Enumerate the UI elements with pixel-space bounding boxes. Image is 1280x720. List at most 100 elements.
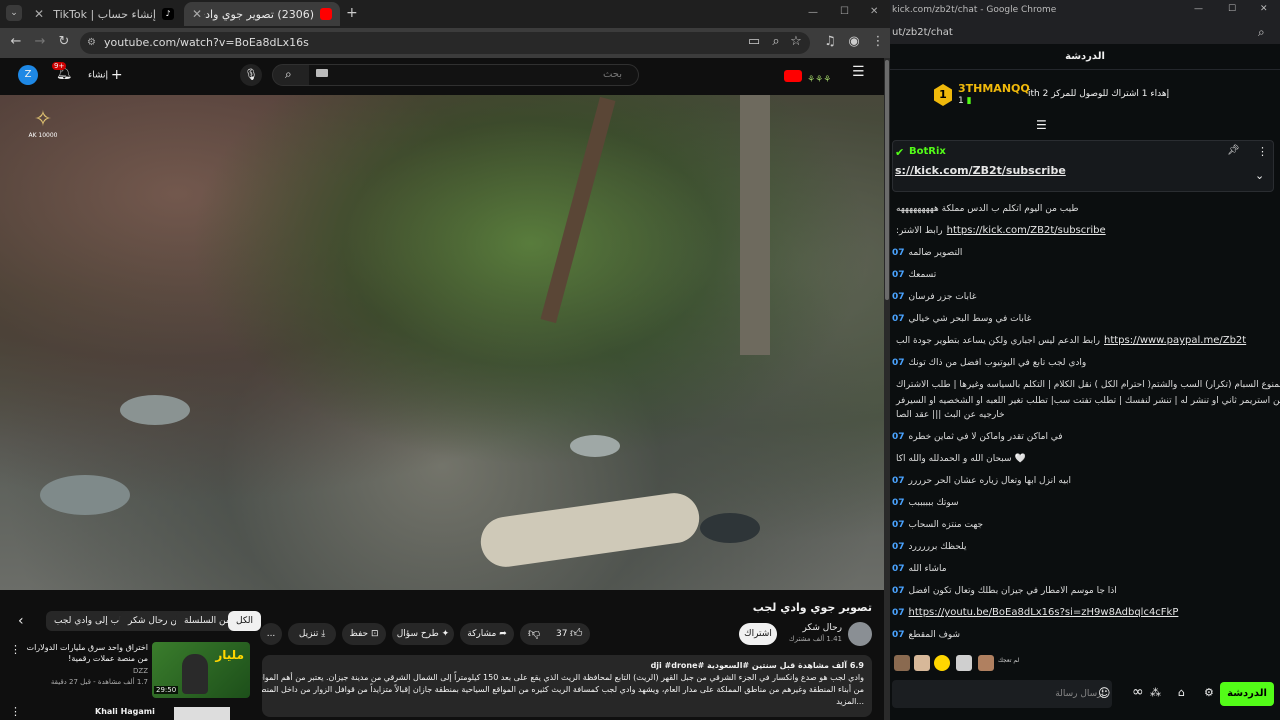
chat-username[interactable]: 07 (892, 564, 905, 574)
description-box[interactable]: 6.9 آلف مشاهدة قبل سنتين #السعودية #dji … (262, 655, 872, 717)
description-more[interactable]: ...المزيد (270, 696, 864, 708)
chat-link[interactable]: https://youtu.be/BoEa8dLx16s?si=zH9w8Adb… (909, 607, 1179, 618)
chat-text: اذا جا موسم الامطار في جيزان بطلك وتعال … (908, 586, 1117, 596)
channel-name[interactable]: رحال شكر (802, 623, 842, 633)
emote[interactable] (978, 655, 994, 671)
emote[interactable] (934, 655, 950, 671)
recommended-title: اختراق واحد سرق مليارات الدولارات من منص… (26, 643, 148, 663)
tab-youtube[interactable]: (2306) تصوير جوي وادي لجب ✕ (184, 2, 340, 26)
chat-input[interactable]: إرسال رسالة (892, 680, 1112, 708)
close-tab-icon[interactable]: ✕ (34, 7, 44, 21)
avatar[interactable]: Z (18, 65, 38, 85)
chat-username[interactable]: 07 (892, 270, 905, 280)
ask-button[interactable]: ✦ طرح سؤال (392, 623, 454, 645)
back-icon[interactable]: ← (8, 34, 24, 49)
pin-icon[interactable]: 📌︎ (1227, 145, 1240, 156)
site-info-icon[interactable]: ⚙ (87, 32, 96, 54)
chat-username[interactable]: 07 (892, 248, 905, 258)
chat-username[interactable]: 07 (892, 586, 905, 596)
url-field[interactable]: ⚙ youtube.com/watch?v=BoEa8dLx16s (80, 32, 810, 54)
video-options-icon[interactable]: ⋮ (10, 705, 21, 718)
chat-username[interactable]: 07 (892, 608, 905, 618)
tab-search-button[interactable]: ⌄ (6, 5, 22, 21)
menu-icon[interactable]: ☰ (852, 64, 865, 80)
gift-rank-badge: 1 (934, 84, 952, 106)
subscribe-button[interactable]: اشتراك (739, 623, 777, 645)
minimize-icon[interactable]: — (1194, 4, 1203, 14)
new-tab-button[interactable]: + (346, 5, 358, 21)
chat-username[interactable]: 07 (892, 630, 905, 640)
duration-badge: 29:50 (154, 686, 179, 694)
minimize-icon[interactable]: — (808, 7, 818, 18)
cast-icon[interactable]: ▭ (746, 34, 762, 49)
profile-icon[interactable]: ◉ (846, 34, 862, 49)
emote[interactable] (914, 655, 930, 671)
create-button[interactable]: + إنشاء (88, 67, 123, 83)
like-icon[interactable]: 👍︎ (570, 626, 583, 641)
infinity-icon[interactable]: ∞ (1132, 684, 1144, 700)
zoom-icon[interactable]: ⌕ (768, 34, 784, 49)
video-options-icon[interactable]: ⋮ (10, 643, 21, 656)
pinned-message[interactable]: ✔ BotRix 📌︎ ⋮ s://kick.com/ZB2t/subscrib… (892, 140, 1274, 192)
download-button[interactable]: ⤓ تنزيل (288, 623, 336, 645)
reload-icon[interactable]: ↻ (56, 34, 72, 49)
chat-message: 07 شوف المقطع (892, 629, 1280, 641)
emote[interactable] (894, 655, 910, 671)
chat-username[interactable]: 07 (892, 498, 905, 508)
video-player[interactable]: ✧ AK 10000 (0, 95, 884, 590)
settings-gear-icon[interactable]: ⚙ (1204, 686, 1214, 699)
chip-all[interactable]: الكل (228, 611, 262, 631)
store-icon[interactable]: ⌂ (1178, 686, 1185, 699)
download-icon: ⤓ (321, 629, 326, 639)
bookmark-star-icon[interactable]: ☆ (788, 34, 804, 49)
chat-username[interactable]: 07 (892, 520, 905, 530)
forward-icon[interactable]: → (32, 34, 48, 49)
voice-search-icon[interactable]: 🎙︎ (240, 64, 262, 86)
chips-prev-icon[interactable]: ‹ (18, 613, 24, 629)
search-input[interactable]: بحث (309, 64, 639, 86)
more-actions-button[interactable]: ... (260, 623, 282, 645)
chat-username[interactable]: 07 (892, 476, 905, 486)
expand-chevron-icon[interactable]: ⌄ (1255, 169, 1264, 182)
chat-username[interactable]: 07 (892, 432, 905, 442)
save-button[interactable]: ⊡ حفظ (342, 623, 386, 645)
recommended-thumbnail[interactable]: مليار 29:50 (152, 642, 250, 698)
gift-user[interactable]: 3THMANQQ (958, 82, 1030, 95)
close-window-icon[interactable]: ✕ (1260, 4, 1268, 14)
logo-area[interactable]: ⚘⚘⚘ (784, 67, 844, 85)
chat-message: 07 جهت منتزه السحاب (892, 519, 1280, 531)
bot-name[interactable]: BotRix (909, 146, 946, 157)
collapse-icon[interactable]: ☰ (1036, 118, 1047, 132)
chat-address-bar[interactable]: ut/zb2t/chat ⌕ (890, 22, 1280, 44)
emote-label: لم تعجك (998, 657, 1020, 664)
chat-username[interactable]: 07 (892, 358, 905, 368)
tab-tiktok[interactable]: ♪ إنشاء حساب | TikTok ✕ (26, 2, 182, 26)
channel-avatar[interactable] (848, 622, 872, 646)
emote[interactable] (956, 655, 972, 671)
recommended-video[interactable]: ⋮ اختراق واحد سرق مليارات الدولارات من م… (0, 640, 256, 700)
keyboard-icon[interactable] (316, 69, 328, 77)
chat-username[interactable]: 07 (892, 314, 905, 324)
dislike-icon[interactable]: 👎︎ (528, 626, 540, 641)
zoom-icon[interactable]: ⌕ (1258, 25, 1265, 40)
search-button[interactable]: ⌕ (272, 64, 310, 86)
emoji-icon[interactable]: ☺ (1098, 686, 1111, 700)
community-icon[interactable]: ⁂ (1150, 686, 1161, 699)
chat-text: ماشاء الله (908, 564, 947, 574)
chrome-menu-icon[interactable]: ⋮ (870, 34, 886, 49)
maximize-icon[interactable]: ☐ (840, 6, 849, 17)
chat-link[interactable]: https://kick.com/ZB2t/subscribe (947, 225, 1106, 236)
pinned-options-icon[interactable]: ⋮ (1257, 145, 1268, 158)
close-tab-icon[interactable]: ✕ (192, 7, 202, 21)
maximize-icon[interactable]: ☐ (1228, 4, 1236, 14)
close-window-icon[interactable]: ✕ (870, 6, 878, 17)
media-icon[interactable]: ♫ (822, 34, 838, 49)
chat-send-button[interactable]: الدردشة (1220, 682, 1274, 706)
share-button[interactable]: ➦ مشاركة (460, 623, 514, 645)
pinned-link[interactable]: s://kick.com/ZB2t/subscribe (895, 164, 1066, 177)
chat-username[interactable]: 07 (892, 292, 905, 302)
chat-username[interactable]: 07 (892, 542, 905, 552)
next-thumbnail[interactable] (174, 707, 230, 720)
scrollbar-thumb[interactable] (885, 60, 889, 300)
chat-link[interactable]: https://www.paypal.me/Zb2t (1104, 335, 1246, 346)
